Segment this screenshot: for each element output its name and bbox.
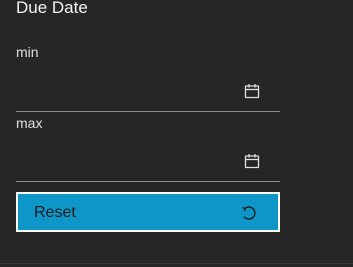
max-date-input[interactable] bbox=[16, 147, 236, 181]
divider bbox=[0, 263, 353, 264]
reset-button[interactable]: Reset bbox=[16, 192, 280, 232]
reset-icon bbox=[242, 206, 256, 220]
calendar-icon[interactable] bbox=[244, 83, 260, 99]
due-date-filter-panel: Due Date min max Reset bbox=[0, 0, 353, 267]
min-date-input[interactable] bbox=[16, 77, 236, 111]
max-date-label: max bbox=[16, 115, 43, 131]
min-date-field[interactable] bbox=[16, 77, 280, 112]
max-date-field[interactable] bbox=[16, 147, 280, 182]
min-date-label: min bbox=[16, 44, 39, 60]
filter-title: Due Date bbox=[16, 0, 88, 17]
calendar-icon[interactable] bbox=[244, 153, 260, 169]
reset-button-label: Reset bbox=[34, 204, 76, 221]
